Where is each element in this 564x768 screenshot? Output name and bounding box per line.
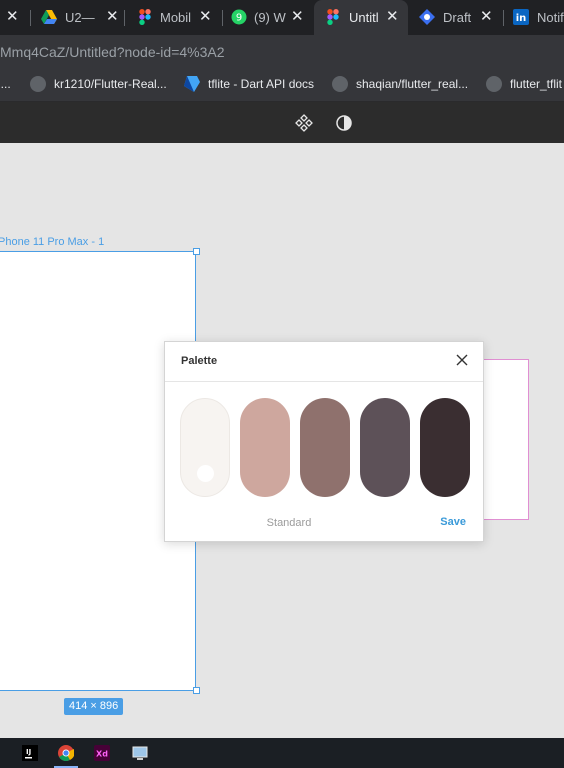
close-icon[interactable] bbox=[454, 352, 470, 368]
dialog-title: Palette bbox=[181, 355, 218, 367]
tab-close-button[interactable]: ✕ bbox=[386, 8, 399, 26]
swatch-4[interactable] bbox=[360, 398, 410, 497]
bookmarks-bar: l... kr1210/Flutter-Real... tflite - Dar… bbox=[0, 69, 564, 102]
tab-label: U2— bbox=[65, 10, 95, 25]
tab-drive[interactable]: U2— ✕ bbox=[32, 0, 122, 35]
url-text[interactable]: Mmq4CaZ/Untitled?node-id=4%3A2 bbox=[0, 44, 225, 60]
tab-label: Mobil bbox=[160, 10, 192, 25]
figma-toolbar bbox=[0, 102, 564, 143]
save-button[interactable]: Save bbox=[440, 516, 466, 528]
tab-separator bbox=[222, 10, 223, 26]
tab-figma-mobile[interactable]: Mobil ✕ bbox=[127, 0, 220, 35]
bookmark-label: l... bbox=[0, 77, 11, 91]
bookmark-label: shaqian/flutter_real... bbox=[356, 77, 469, 91]
selected-indicator bbox=[197, 465, 214, 482]
tab-close-button[interactable]: ✕ bbox=[199, 8, 212, 26]
google-drive-icon bbox=[41, 10, 57, 24]
resize-handle[interactable] bbox=[193, 687, 200, 694]
github-icon bbox=[30, 76, 46, 92]
figma-icon bbox=[139, 9, 151, 25]
taskbar-adobe-xd[interactable]: Xd bbox=[84, 738, 120, 768]
tab-partial[interactable]: ✕ bbox=[0, 0, 22, 35]
frame-size-badge: 414 × 896 bbox=[64, 698, 124, 715]
tab-label: (9) W bbox=[254, 10, 286, 25]
intellij-icon: IJ bbox=[22, 745, 38, 761]
tab-draft[interactable]: Draft ✕ bbox=[410, 0, 502, 35]
browser-tab-strip: ✕ U2— ✕ Mobil ✕ 9 (9) W ✕ Untitl ✕ Draft… bbox=[0, 0, 564, 35]
taskbar-chrome[interactable] bbox=[48, 738, 84, 768]
chrome-icon bbox=[58, 745, 74, 761]
swatch-3[interactable] bbox=[300, 398, 350, 497]
swatch-1[interactable] bbox=[180, 398, 230, 497]
tab-separator bbox=[503, 10, 504, 26]
figma-icon bbox=[327, 9, 339, 25]
draft-icon bbox=[419, 9, 435, 25]
secondary-frame[interactable] bbox=[480, 359, 529, 520]
svg-text:Xd: Xd bbox=[96, 750, 108, 759]
taskbar-remote-desktop[interactable] bbox=[122, 738, 158, 768]
bookmark-label: flutter_tflit bbox=[510, 77, 563, 91]
tab-separator bbox=[30, 10, 31, 26]
whatsapp-icon: 9 bbox=[231, 9, 247, 25]
swatch-5[interactable] bbox=[420, 398, 470, 497]
swatch-2[interactable] bbox=[240, 398, 290, 497]
tab-close-button[interactable]: ✕ bbox=[480, 8, 493, 26]
svg-text:IJ: IJ bbox=[26, 748, 31, 756]
bookmark-label: tflite - Dart API docs bbox=[208, 77, 315, 91]
adobe-xd-icon: Xd bbox=[94, 745, 110, 761]
remote-desktop-icon bbox=[132, 746, 148, 760]
tab-close-button[interactable]: ✕ bbox=[106, 8, 119, 26]
tab-label: Notif bbox=[537, 10, 564, 25]
resize-handle[interactable] bbox=[193, 248, 200, 255]
standard-option[interactable]: Standard bbox=[265, 517, 313, 529]
tab-separator bbox=[124, 10, 125, 26]
taskbar-intellij[interactable]: IJ bbox=[12, 738, 48, 768]
tab-close-button[interactable]: ✕ bbox=[6, 8, 19, 26]
palette-dialog: Palette Standard Save bbox=[164, 341, 484, 542]
contrast-icon[interactable] bbox=[335, 114, 353, 132]
frame-label[interactable]: Phone 11 Pro Max - 1 bbox=[0, 236, 104, 248]
os-taskbar: IJ Xd bbox=[0, 738, 564, 768]
tab-figma-untitled[interactable]: Untitl ✕ bbox=[314, 0, 408, 35]
divider bbox=[165, 381, 483, 382]
tab-linkedin[interactable]: in Notif bbox=[505, 0, 564, 35]
tab-label: Untitl bbox=[349, 10, 379, 25]
address-bar[interactable]: Mmq4CaZ/Untitled?node-id=4%3A2 bbox=[0, 35, 564, 69]
tab-label: Draft bbox=[443, 10, 471, 25]
svg-text:9: 9 bbox=[236, 13, 242, 24]
bookmark-label: kr1210/Flutter-Real... bbox=[54, 77, 167, 91]
github-icon bbox=[332, 76, 348, 92]
tab-whatsapp[interactable]: 9 (9) W ✕ bbox=[224, 0, 314, 35]
linkedin-icon: in bbox=[513, 9, 529, 25]
components-icon[interactable] bbox=[295, 114, 313, 132]
figma-canvas[interactable]: Phone 11 Pro Max - 1 414 × 896 Palette S… bbox=[0, 143, 564, 738]
tab-close-button[interactable]: ✕ bbox=[291, 8, 304, 26]
github-icon bbox=[486, 76, 502, 92]
svg-text:in: in bbox=[516, 13, 527, 24]
dart-icon bbox=[184, 76, 200, 92]
